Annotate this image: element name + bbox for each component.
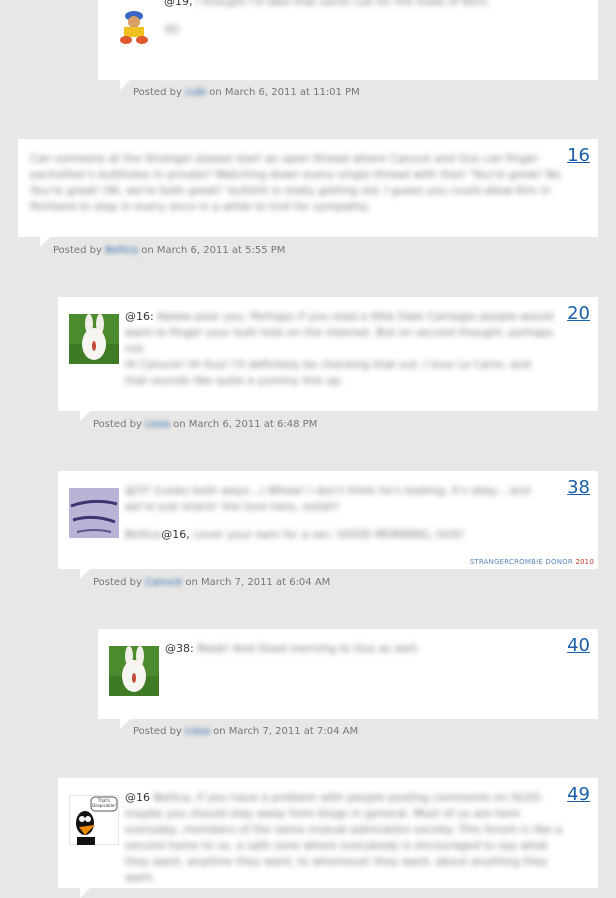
comment-body: @19, I thought I'd take that same cue fo…	[164, 0, 584, 38]
donor-badge: STRANGERCROMBIE DONOR 2010	[469, 558, 594, 566]
comment-body: @37 (Looks both ways...) Whew! I don't t…	[125, 483, 555, 543]
comment-34: 34 @19, I thought I'd take that same cue…	[98, 0, 598, 90]
author-link[interactable]: Bellica	[105, 245, 138, 256]
comment-49: 49 That's Despicable! @16 Bellica, if yo…	[58, 778, 598, 898]
comment-20: 20 @16: Awww poor you. Perhaps if you re…	[58, 297, 598, 421]
comment-40: 40 @38: Reeb! And Good morning to Gus as…	[98, 629, 598, 729]
author-link[interactable]: Lissa	[185, 726, 210, 737]
comment-text: Can someone at the Stranger please start…	[30, 152, 561, 213]
reply-ref-link[interactable]: @16	[125, 791, 150, 804]
bunny-icon	[69, 314, 119, 364]
comment-text-2: XO	[164, 23, 180, 36]
comment-number-link[interactable]: 38	[567, 477, 590, 498]
author-link[interactable]: Lissa	[145, 419, 170, 430]
comment-text-2: Hi Canuck! Hi Gus! I'll definitely be ch…	[125, 358, 531, 387]
comment-38: 38 @37 (Looks both ways...) Whew! I don'…	[58, 471, 598, 579]
reply-ref-link[interactable]: @16,	[161, 528, 190, 541]
comment-number-link[interactable]: 20	[567, 303, 590, 324]
comment-meta: Posted by Lissa on March 7, 2011 at 7:04…	[133, 726, 359, 737]
avatar-caption: That's Despicable!	[92, 798, 116, 808]
comment-text: I thought I'd take that same cue for the…	[196, 0, 491, 8]
comment-body: @38: Reeb! And Good morning to Gus as we…	[165, 641, 545, 657]
comment-number-link[interactable]: 40	[567, 635, 590, 656]
comment-text: Bellica, if you have a problem with peop…	[125, 791, 562, 884]
reply-ref-link[interactable]: @19,	[164, 0, 193, 8]
mention-name: Bellica	[125, 528, 162, 541]
bunny-icon	[109, 646, 159, 696]
comment-number-link[interactable]: 16	[567, 145, 590, 166]
daffy-duck-icon: That's Despicable!	[69, 795, 119, 845]
comment-meta: Posted by cubi on March 6, 2011 at 11:01…	[133, 87, 360, 98]
comment-body: @16 Bellica, if you have a problem with …	[125, 790, 575, 886]
comment-body: @16: Awww poor you. Perhaps if you read …	[125, 309, 555, 389]
comment-meta: Posted by Lissa on March 6, 2011 at 6:48…	[93, 419, 318, 430]
comment-16: 16 Can someone at the Stranger please st…	[18, 139, 598, 247]
comment-text: @37 (Looks both ways...) Whew! I don't t…	[125, 484, 531, 513]
reply-ref-link[interactable]: @16:	[125, 310, 154, 323]
comment-meta: Posted by Bellica on March 6, 2011 at 5:…	[53, 245, 286, 256]
author-link[interactable]: Canuck	[145, 577, 182, 588]
author-link[interactable]: cubi	[185, 87, 206, 98]
comment-text-2: cover your ears for a sec: GOOD MORNING,…	[193, 528, 465, 541]
surrender-dorothy-icon	[69, 488, 119, 538]
comment-text: Reeb! And Good morning to Gus as well.	[197, 642, 421, 655]
comment-meta: Posted by Canuck on March 7, 2011 at 6:0…	[93, 577, 331, 588]
genie-icon	[112, 2, 158, 48]
reply-ref-link[interactable]: @38:	[165, 642, 194, 655]
comment-text: Awww poor you. Perhaps if you read a lit…	[125, 310, 554, 355]
